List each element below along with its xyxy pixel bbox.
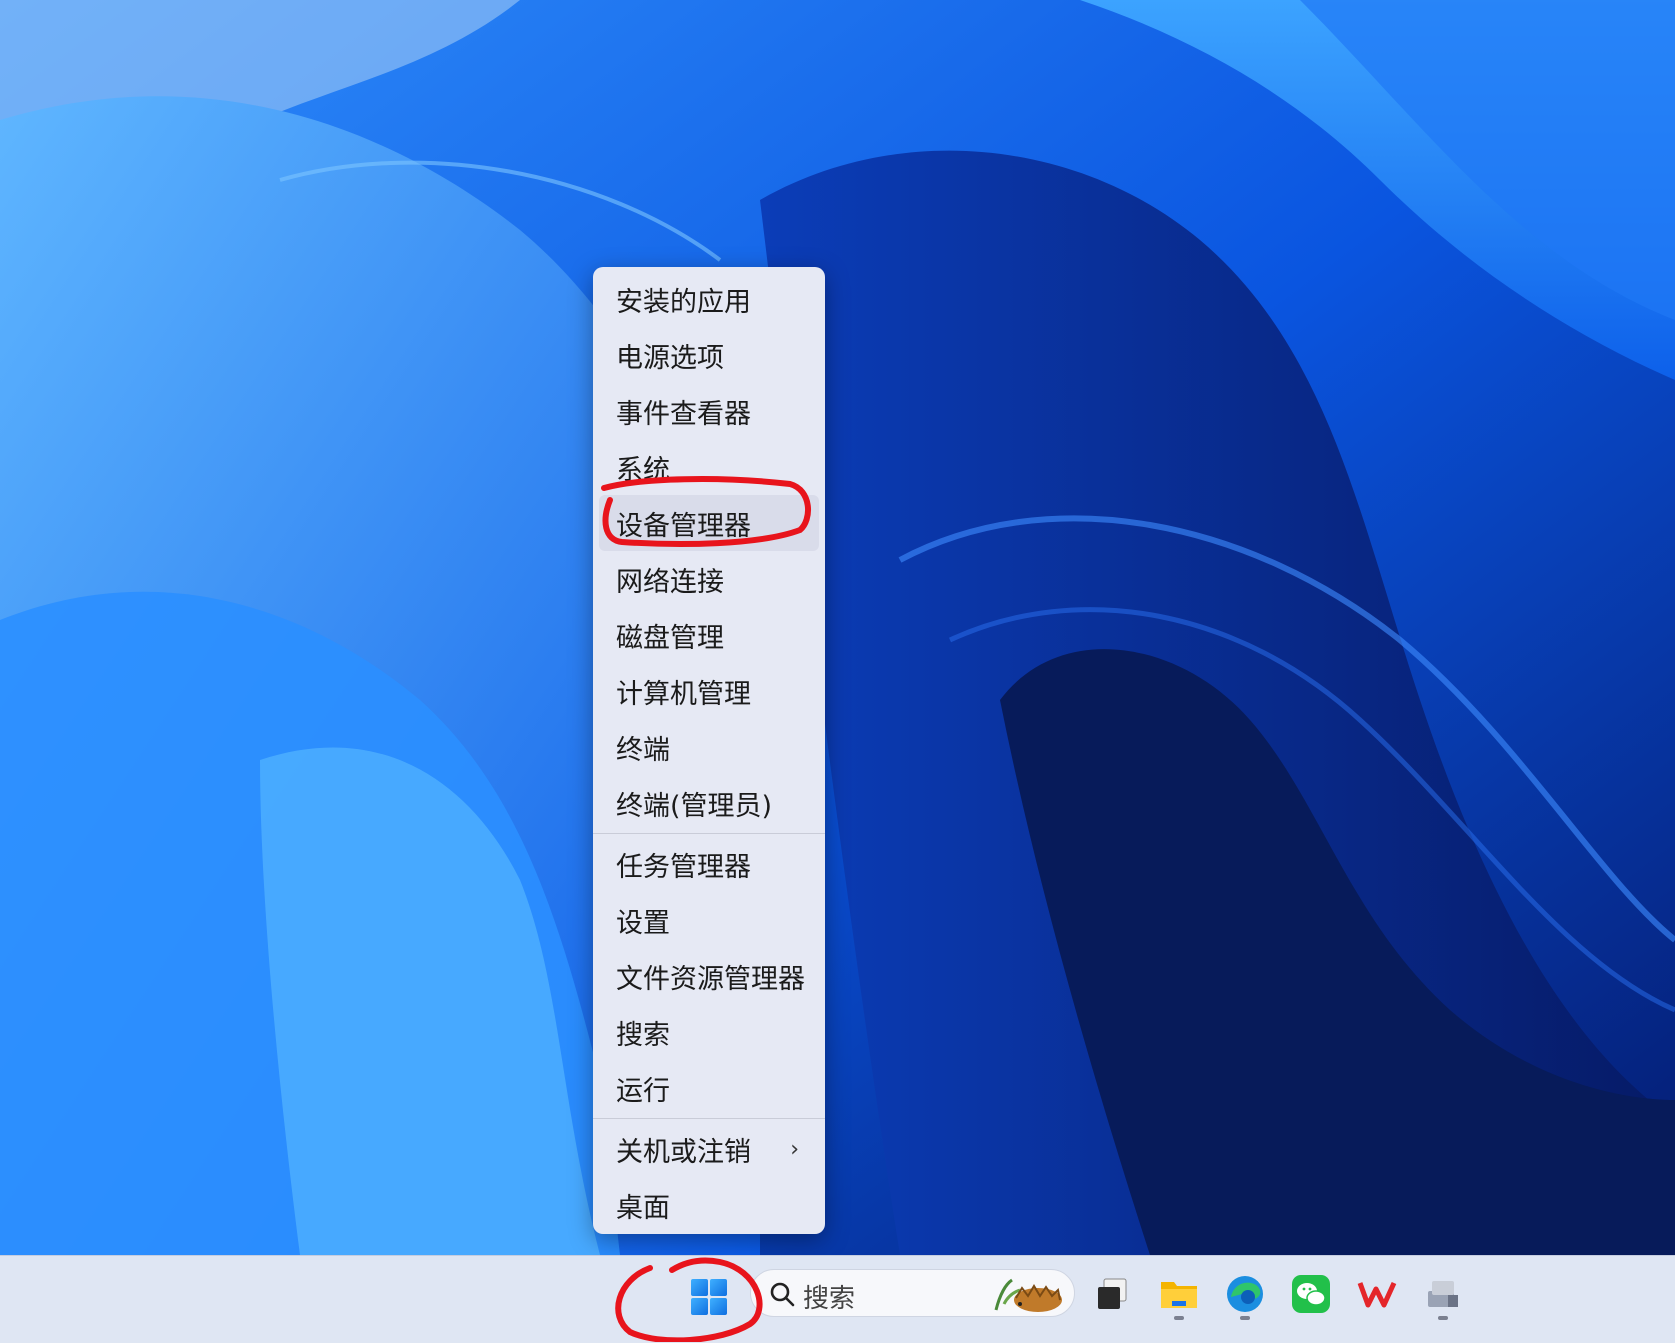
windows-start-icon[interactable] — [685, 1273, 733, 1321]
menu-item-desktop[interactable]: 桌面 — [599, 1177, 819, 1233]
menu-item-installed-apps[interactable]: 安装的应用 — [599, 271, 819, 327]
menu-item-power-options[interactable]: 电源选项 — [599, 327, 819, 383]
menu-item-disk-management[interactable]: 磁盘管理 — [599, 607, 819, 663]
menu-item-label: 终端(管理员) — [616, 790, 773, 822]
menu-item-label: 终端 — [616, 734, 670, 766]
device-manager-icon[interactable] — [1422, 1273, 1464, 1315]
running-indicator — [1438, 1316, 1448, 1320]
menu-item-event-viewer[interactable]: 事件查看器 — [599, 383, 819, 439]
menu-item-shutdown-signout[interactable]: 关机或注销 › — [599, 1121, 819, 1177]
menu-item-label: 系统 — [616, 454, 670, 486]
menu-item-search[interactable]: 搜索 — [599, 1004, 819, 1060]
menu-item-label: 关机或注销 — [616, 1136, 751, 1168]
menu-item-label: 事件查看器 — [616, 398, 751, 430]
task-view-icon[interactable] — [1092, 1273, 1134, 1315]
taskbar: 搜索 — [0, 1255, 1675, 1343]
menu-item-run[interactable]: 运行 — [599, 1060, 819, 1116]
menu-item-label: 安装的应用 — [616, 286, 751, 318]
winx-context-menu: 安装的应用 电源选项 事件查看器 系统 设备管理器 网络连接 磁盘管理 计算机管… — [593, 267, 825, 1234]
menu-separator — [593, 1118, 825, 1119]
menu-separator — [593, 833, 825, 834]
menu-item-label: 文件资源管理器 — [616, 963, 805, 995]
menu-item-label: 任务管理器 — [616, 851, 751, 883]
menu-item-task-manager[interactable]: 任务管理器 — [599, 836, 819, 892]
menu-item-label: 设备管理器 — [616, 510, 751, 542]
wechat-icon[interactable] — [1290, 1273, 1332, 1315]
menu-item-network-connections[interactable]: 网络连接 — [599, 551, 819, 607]
menu-item-device-manager[interactable]: 设备管理器 — [599, 495, 819, 551]
edge-icon[interactable] — [1224, 1273, 1266, 1315]
menu-item-label: 桌面 — [616, 1192, 670, 1224]
taskbar-search-box[interactable]: 搜索 — [750, 1269, 1075, 1317]
menu-item-system[interactable]: 系统 — [599, 439, 819, 495]
menu-item-settings[interactable]: 设置 — [599, 892, 819, 948]
running-indicator — [1240, 1316, 1250, 1320]
menu-item-label: 磁盘管理 — [616, 622, 724, 654]
menu-item-label: 电源选项 — [616, 342, 724, 374]
menu-item-terminal-admin[interactable]: 终端(管理员) — [599, 775, 819, 831]
search-icon — [769, 1281, 795, 1307]
chevron-right-icon: › — [790, 1137, 799, 1162]
file-explorer-icon[interactable] — [1158, 1273, 1200, 1315]
menu-item-label: 网络连接 — [616, 566, 724, 598]
search-highlight-illustration — [986, 1274, 1066, 1314]
menu-item-file-explorer[interactable]: 文件资源管理器 — [599, 948, 819, 1004]
menu-item-label: 搜索 — [616, 1019, 670, 1051]
wps-icon[interactable] — [1356, 1273, 1398, 1315]
menu-item-label: 运行 — [616, 1075, 670, 1107]
menu-item-label: 设置 — [616, 907, 670, 939]
search-input: 搜索 — [803, 1284, 856, 1314]
running-indicator — [1174, 1316, 1184, 1320]
desktop-wallpaper — [0, 0, 1675, 1255]
menu-item-terminal[interactable]: 终端 — [599, 719, 819, 775]
menu-item-computer-management[interactable]: 计算机管理 — [599, 663, 819, 719]
menu-item-label: 计算机管理 — [616, 678, 751, 710]
